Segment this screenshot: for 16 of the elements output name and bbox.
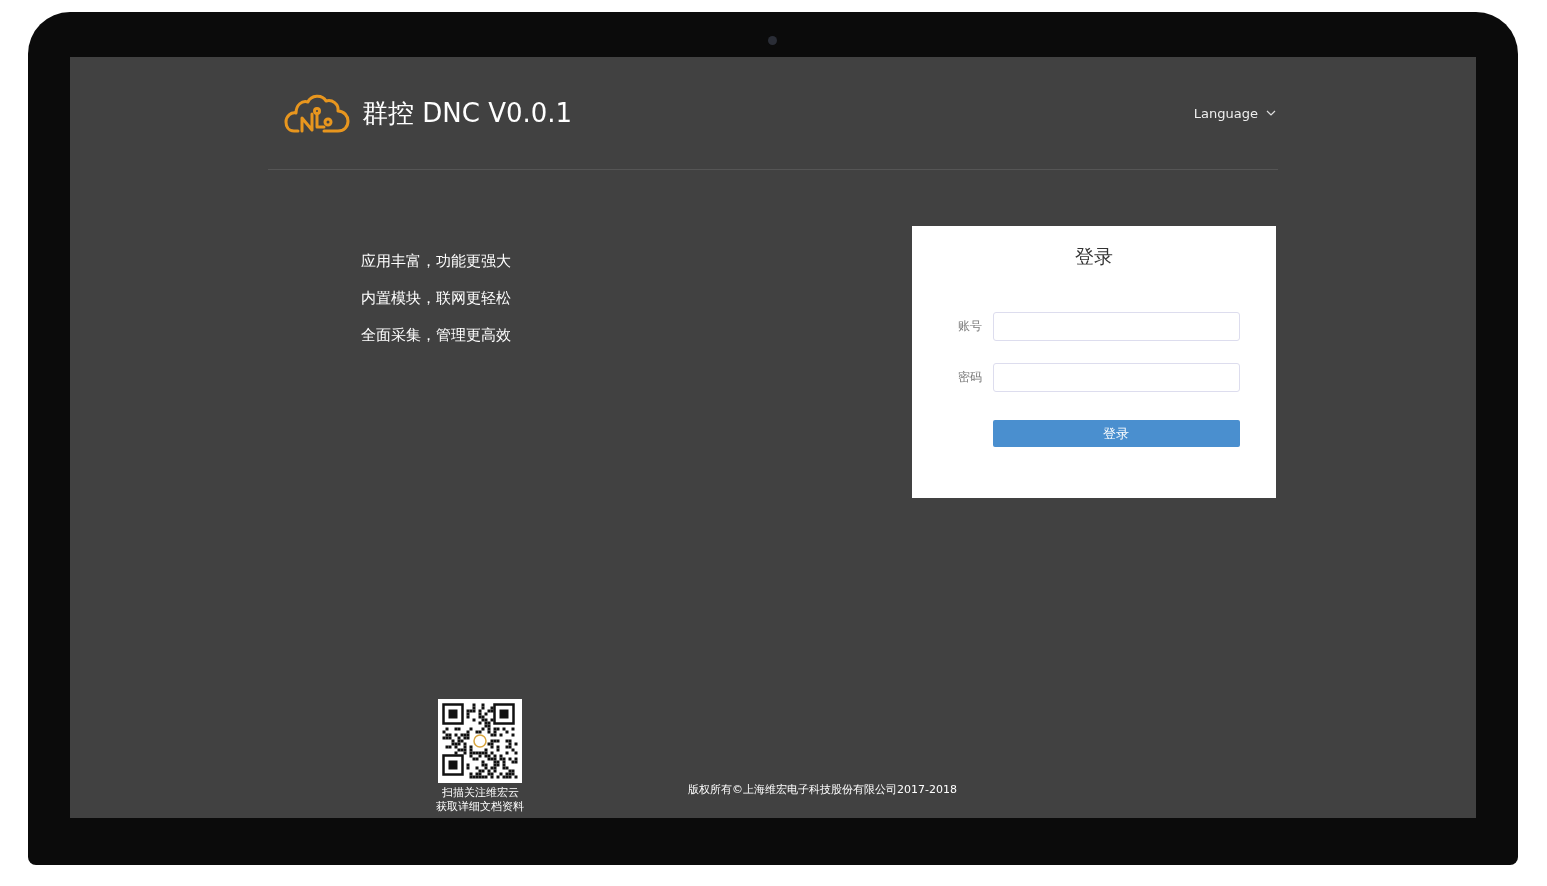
field-label: 密码 (957, 369, 982, 386)
chevron-down-icon (1266, 110, 1276, 116)
qr-caption: 扫描关注维宏云 (440, 786, 520, 800)
tagline-text: 全面采集，管理更高效 (361, 325, 511, 346)
language-dropdown[interactable]: Language (1193, 105, 1276, 121)
input-field[interactable] (993, 363, 1240, 392)
tagline-text: 应用丰富，功能更强大 (361, 251, 511, 272)
copyright-text: 版权所有©上海维宏电子科技股份有限公司2017-2018 (688, 782, 957, 797)
qr-caption: 获取详细文档资料 (436, 800, 524, 814)
field-label: 账号 (957, 318, 982, 335)
tagline-text: 内置模块，联网更轻松 (361, 288, 511, 309)
camera-lens (768, 36, 777, 45)
cloud-logo-icon (284, 92, 350, 134)
app-title: 群控 DNC V0.0.1 (362, 96, 574, 130)
input-field[interactable] (993, 312, 1240, 341)
login-title: 登录 (1074, 244, 1114, 269)
